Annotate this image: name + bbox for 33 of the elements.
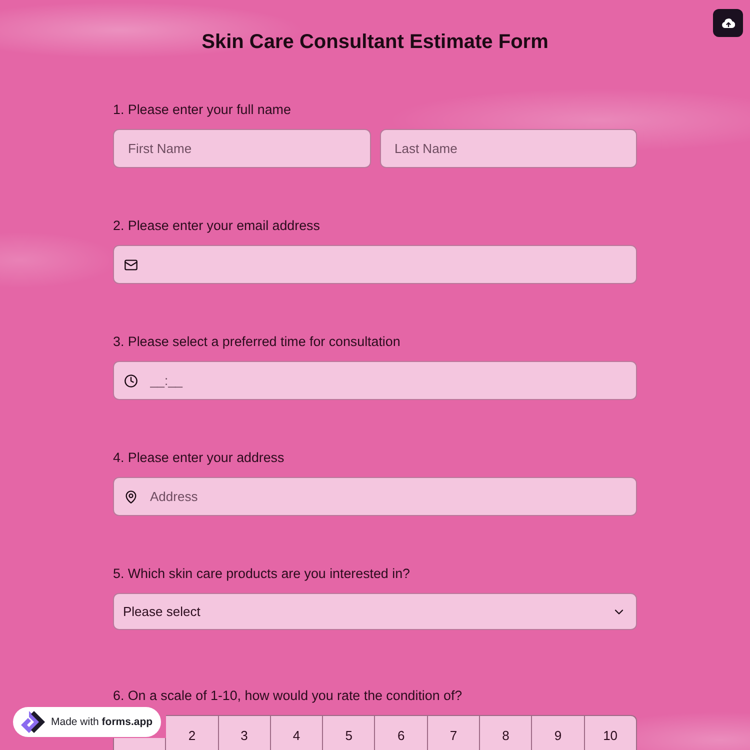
rating-option[interactable]	[113, 738, 166, 750]
rating-option[interactable]: 10	[584, 715, 637, 750]
mail-icon	[124, 258, 138, 272]
clock-icon	[124, 374, 138, 388]
product-select[interactable]: Please select	[113, 593, 637, 630]
rating-option[interactable]: 9	[532, 715, 585, 750]
time-field[interactable]: __:__	[113, 361, 637, 400]
rating-option[interactable]: 7	[428, 715, 480, 750]
name-field[interactable]: First Name	[113, 129, 370, 168]
question-label: 3. Please select a preferred time for consultation	[113, 334, 400, 350]
rating-option[interactable]: 2	[166, 715, 219, 750]
question-label: 4. Please enter your address	[113, 450, 284, 466]
time-input[interactable]: __:__	[150, 370, 626, 390]
rating-option[interactable]: 3	[218, 715, 271, 750]
question-label: 5. Which skin care products are you interested in?	[113, 566, 410, 582]
map-pin-icon	[124, 490, 138, 504]
rating-option[interactable]: 8	[480, 715, 532, 750]
question-label: 6. On a scale of 1-10, how would you rate the condition of?	[113, 688, 462, 704]
address-field[interactable]: Address	[113, 477, 637, 516]
question-label: 1. Please enter your full name	[113, 102, 291, 118]
cloud-upload-icon	[722, 18, 734, 28]
question-label: 2. Please enter your email address	[113, 218, 320, 234]
address-input[interactable]: Address	[150, 486, 626, 506]
email-field[interactable]	[113, 245, 637, 284]
upload-button[interactable]	[713, 9, 743, 37]
rating-option[interactable]: 6	[375, 715, 428, 750]
badge-text: Made with forms.app	[51, 716, 153, 728]
rating-option[interactable]: 4	[270, 715, 324, 750]
name-field[interactable]: Last Name	[380, 129, 637, 168]
made-with-badge[interactable]: Made with forms.app	[13, 707, 161, 737]
rating-option[interactable]: 5	[323, 715, 376, 750]
form-title: Skin Care Consultant Estimate Form	[202, 30, 548, 54]
logo-icon	[19, 711, 45, 733]
